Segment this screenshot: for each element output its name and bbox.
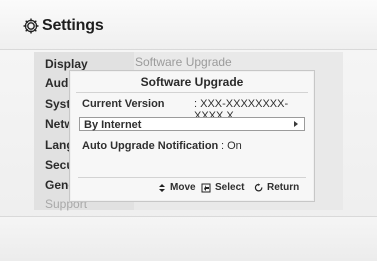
software-upgrade-dialog: Software Upgrade Current Version : XXX-X… [69,70,315,202]
by-internet-option[interactable]: By Internet [79,117,305,131]
move-label: Move [170,182,196,193]
auto-upgrade-value: : On [221,140,242,152]
move-hint: Move [157,182,196,193]
arrow-right-icon [294,121,298,127]
gear-icon [23,18,39,34]
settings-screen: Settings Display Audio System Network La… [0,0,377,261]
header-divider [0,49,377,50]
page-title: Settings [42,17,104,34]
current-version-label: Current Version [82,98,165,110]
select-hint: Select [200,182,244,193]
dialog-footer-divider [78,177,306,178]
sidebar-item-display[interactable]: Display [45,57,88,71]
return-label: Return [267,182,300,193]
enter-icon [201,183,211,192]
return-icon [254,182,263,191]
footer-bar [0,216,377,261]
dialog-title: Software Upgrade [140,75,244,89]
dialog-divider [76,92,308,93]
content-title: Software Upgrade [135,55,232,69]
return-hint: Return [254,182,299,193]
select-label: Select [215,182,245,193]
up-down-icon [159,183,165,192]
by-internet-label: By Internet [84,119,142,131]
auto-upgrade-label: Auto Upgrade Notification [82,140,219,152]
